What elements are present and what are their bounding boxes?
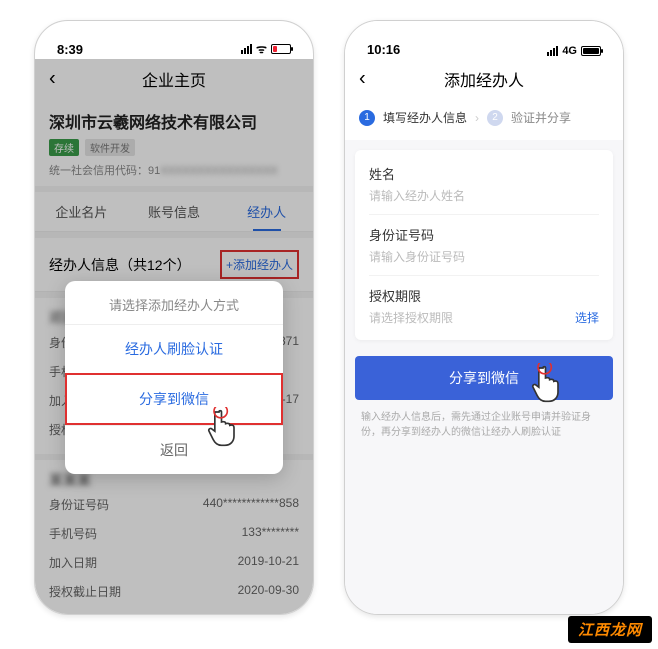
- pointer-icon: [531, 363, 565, 403]
- add-method-modal: 请选择添加经办人方式 经办人刷脸认证 分享到微信 返回: [65, 281, 283, 474]
- share-wechat-button[interactable]: 分享到微信: [355, 356, 613, 400]
- phone-left: 8:39 ᯤ ‹ 企业主页 深圳市云羲网络技术有限公司 存续 软件开发 统一社会…: [34, 20, 314, 615]
- share-wechat-button[interactable]: 分享到微信: [65, 373, 283, 425]
- form-card: 姓名 请输入经办人姓名 身份证号码 请输入身份证号码 授权期限 请选择授权期限 …: [355, 150, 613, 340]
- name-field[interactable]: 姓名 请输入经办人姓名: [369, 154, 599, 215]
- nav-bar: ‹ 添加经办人: [345, 59, 623, 99]
- hint-text: 输入经办人信息后，需先通过企业账号申请并验证身份，再分享到经办人的微信让经办人刷…: [345, 400, 623, 440]
- field-label: 授权期限: [369, 286, 453, 305]
- id-field[interactable]: 身份证号码 请输入身份证号码: [369, 215, 599, 276]
- modal-title: 请选择添加经办人方式: [65, 281, 283, 324]
- field-placeholder: 请选择授权期限: [369, 309, 453, 326]
- back-icon[interactable]: ‹: [359, 68, 366, 91]
- chevron-right-icon: ›: [475, 111, 479, 125]
- signal-icon: [547, 46, 558, 56]
- notch: [424, 21, 544, 43]
- field-placeholder: 请输入身份证号码: [369, 248, 599, 265]
- step-2-label: 验证并分享: [511, 109, 571, 126]
- period-field[interactable]: 授权期限 请选择授权期限 选择: [369, 276, 599, 336]
- status-time: 8:39: [57, 42, 83, 57]
- select-button[interactable]: 选择: [575, 309, 599, 326]
- status-time: 10:16: [367, 42, 400, 57]
- status-right: ᯤ: [241, 40, 291, 57]
- wifi-icon: ᯤ: [256, 40, 267, 57]
- network-label: 4G: [562, 45, 577, 57]
- cancel-button[interactable]: 返回: [65, 425, 283, 474]
- field-placeholder: 请输入经办人姓名: [369, 187, 599, 204]
- phone-right: 10:16 4G ‹ 添加经办人 1 填写经办人信息 › 2 验证并分享 姓名: [344, 20, 624, 615]
- field-label: 身份证号码: [369, 225, 599, 244]
- face-verify-button[interactable]: 经办人刷脸认证: [65, 324, 283, 373]
- status-right: 4G: [547, 45, 601, 57]
- field-label: 姓名: [369, 164, 599, 183]
- battery-icon: [581, 46, 601, 56]
- page-title: 添加经办人: [444, 67, 524, 91]
- signal-icon: [241, 44, 252, 54]
- battery-icon: [271, 44, 291, 54]
- step-2-icon: 2: [487, 110, 503, 126]
- page-body: 1 填写经办人信息 › 2 验证并分享 姓名 请输入经办人姓名 身份证号码 请输…: [345, 99, 623, 614]
- notch: [114, 21, 234, 43]
- watermark: 江西龙网: [568, 616, 652, 643]
- step-1-label: 填写经办人信息: [383, 109, 467, 126]
- step-indicator: 1 填写经办人信息 › 2 验证并分享: [345, 99, 623, 140]
- pointer-icon: [207, 407, 241, 447]
- step-1-icon: 1: [359, 110, 375, 126]
